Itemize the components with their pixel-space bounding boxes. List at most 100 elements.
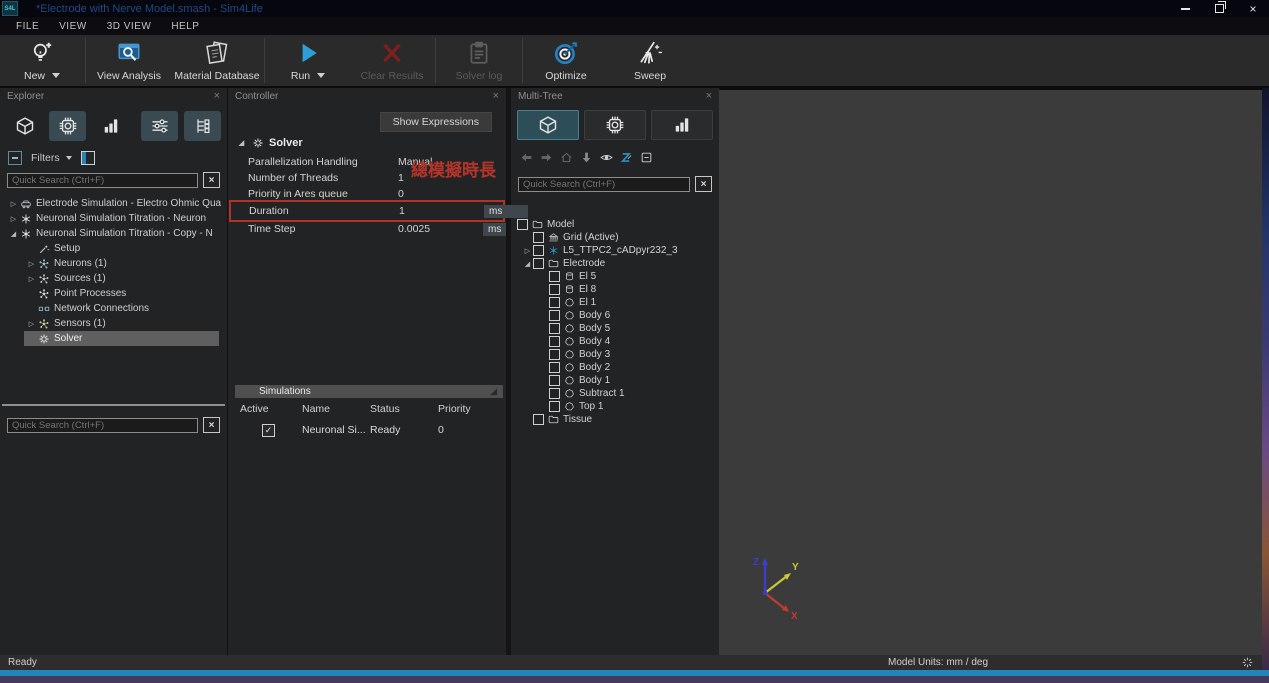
model-checkbox[interactable]	[517, 219, 528, 230]
explorer-search-clear-button[interactable]: ×	[203, 172, 220, 188]
expander-icon[interactable]: ▷	[26, 320, 37, 328]
multitree-tab-model[interactable]	[517, 110, 579, 140]
tree-item-subtract1[interactable]: Subtract 1	[511, 387, 719, 400]
tree-item-network-connections[interactable]: Network Connections	[0, 301, 227, 316]
duration-unit-dropdown[interactable]: ms	[484, 205, 528, 218]
multitree-tab-simulation[interactable]	[584, 110, 646, 140]
time-step-value-field[interactable]: 0.0025	[398, 223, 483, 235]
top1-checkbox[interactable]	[549, 401, 560, 412]
body5-checkbox[interactable]	[549, 323, 560, 334]
tree-item-neuronal-simulation[interactable]: ▷ Neuronal Simulation Titration - Neuron	[0, 211, 227, 226]
restore-button[interactable]	[1213, 3, 1225, 15]
tree-item-body6[interactable]: Body 6	[511, 309, 719, 322]
explorer-search-input[interactable]	[7, 173, 198, 188]
neuron-checkbox[interactable]	[533, 245, 544, 256]
explorer-bottom-search-input[interactable]	[7, 418, 198, 433]
tree-item-el1[interactable]: El 1	[511, 296, 719, 309]
expander-icon[interactable]: ▷	[522, 247, 533, 255]
tree-item-electrode-group[interactable]: ◢ Electrode	[511, 257, 719, 270]
multitree-search-clear-button[interactable]: ×	[695, 176, 712, 192]
explorer-tab-model[interactable]	[6, 111, 43, 141]
viewport-3d[interactable]: Z Y X	[719, 90, 1262, 655]
tree-item-neurons[interactable]: ▷ Neurons (1)	[0, 256, 227, 271]
menu-help[interactable]: HELP	[161, 21, 209, 32]
sweep-button[interactable]: Sweep	[608, 35, 692, 86]
el8-checkbox[interactable]	[549, 284, 560, 295]
tree-item-body1[interactable]: Body 1	[511, 374, 719, 387]
down-arrow-icon[interactable]	[580, 151, 593, 164]
property-row-time-step[interactable]: Time Step 0.0025 ms	[228, 221, 506, 237]
subtract1-checkbox[interactable]	[549, 388, 560, 399]
z-edit-icon[interactable]	[620, 151, 633, 164]
expander-icon[interactable]: ◢	[8, 230, 19, 238]
minimize-button[interactable]	[1179, 3, 1191, 15]
new-dropdown-caret[interactable]	[52, 73, 60, 78]
material-database-button[interactable]: Material Database	[171, 35, 263, 86]
forward-arrow-icon[interactable]	[540, 151, 553, 164]
tree-item-top1[interactable]: Top 1	[511, 400, 719, 413]
explorer-tab-simulation[interactable]	[49, 111, 86, 141]
multitree-close-icon[interactable]: ×	[706, 90, 712, 102]
explorer-tree-view-button[interactable]	[184, 111, 221, 141]
visibility-eye-icon[interactable]	[600, 151, 613, 164]
filters-dropdown[interactable]: Filters	[31, 152, 72, 164]
optimize-button[interactable]: Optimize	[524, 35, 608, 86]
tree-item-body3[interactable]: Body 3	[511, 348, 719, 361]
tree-item-neuronal-simulation-copy[interactable]: ◢ Neuronal Simulation Titration - Copy -…	[0, 226, 227, 241]
expander-icon[interactable]: ▷	[26, 275, 37, 283]
expander-icon[interactable]: ◢	[522, 260, 533, 268]
new-button[interactable]: New	[0, 35, 84, 86]
duration-value-field[interactable]: 1	[399, 205, 484, 217]
expander-icon[interactable]: ▷	[8, 200, 19, 208]
body1-checkbox[interactable]	[549, 375, 560, 386]
tree-item-model[interactable]: Model	[511, 218, 719, 231]
tissue-checkbox[interactable]	[533, 414, 544, 425]
grid-checkbox[interactable]	[533, 232, 544, 243]
tree-item-body2[interactable]: Body 2	[511, 361, 719, 374]
controller-close-icon[interactable]: ×	[493, 90, 499, 102]
tree-item-body5[interactable]: Body 5	[511, 322, 719, 335]
tree-item-point-processes[interactable]: Point Processes	[0, 286, 227, 301]
explorer-bottom-search-clear-button[interactable]: ×	[203, 417, 220, 433]
close-button[interactable]: ×	[1247, 3, 1259, 15]
simulation-row[interactable]: ✓ Neuronal Si... Ready 0	[235, 420, 503, 440]
back-arrow-icon[interactable]	[520, 151, 533, 164]
run-button[interactable]: Run	[266, 35, 350, 86]
collapse-all-icon[interactable]	[640, 151, 653, 164]
expander-icon[interactable]: ▷	[26, 260, 37, 268]
explorer-tab-analysis[interactable]	[92, 111, 129, 141]
tree-item-grid[interactable]: Grid (Active)	[511, 231, 719, 244]
multitree-tab-analysis[interactable]	[651, 110, 713, 140]
collapse-triangle-icon[interactable]: ◢	[490, 387, 497, 396]
el1-checkbox[interactable]	[549, 297, 560, 308]
active-checkbox[interactable]: ✓	[262, 424, 275, 437]
body4-checkbox[interactable]	[549, 336, 560, 347]
body6-checkbox[interactable]	[549, 310, 560, 321]
filters-checkbox[interactable]	[8, 151, 22, 165]
tree-item-body4[interactable]: Body 4	[511, 335, 719, 348]
tree-item-sources[interactable]: ▷ Sources (1)	[0, 271, 227, 286]
tree-item-sensors[interactable]: ▷ Sensors (1)	[0, 316, 227, 331]
menu-view[interactable]: VIEW	[49, 21, 97, 32]
view-analysis-button[interactable]: View Analysis	[87, 35, 171, 86]
home-icon[interactable]	[560, 151, 573, 164]
electrode-checkbox[interactable]	[533, 258, 544, 269]
multitree-search-input[interactable]	[518, 177, 690, 192]
tree-item-el5[interactable]: El 5	[511, 270, 719, 283]
layout-toggle-icon[interactable]	[81, 151, 95, 165]
tree-item-electrode-simulation[interactable]: ▷ Electrode Simulation - Electro Ohmic Q…	[0, 196, 227, 211]
menu-file[interactable]: FILE	[6, 21, 49, 32]
el5-checkbox[interactable]	[549, 271, 560, 282]
tree-item-l5-ttpc2[interactable]: ▷ L5_TTPC2_cADpyr232_3	[511, 244, 719, 257]
property-row-duration[interactable]: Duration 1 ms	[229, 200, 505, 222]
run-dropdown-caret[interactable]	[317, 73, 325, 78]
body2-checkbox[interactable]	[549, 362, 560, 373]
simulations-header[interactable]: Simulations ◢	[235, 385, 503, 398]
explorer-close-icon[interactable]: ×	[214, 90, 220, 102]
expander-icon[interactable]: ▷	[8, 215, 19, 223]
tree-item-el8[interactable]: El 8	[511, 283, 719, 296]
explorer-filter-settings-button[interactable]	[141, 111, 178, 141]
menu-3d-view[interactable]: 3D VIEW	[97, 21, 162, 32]
show-expressions-button[interactable]: Show Expressions	[380, 112, 492, 132]
tree-item-solver[interactable]: Solver	[24, 331, 219, 346]
